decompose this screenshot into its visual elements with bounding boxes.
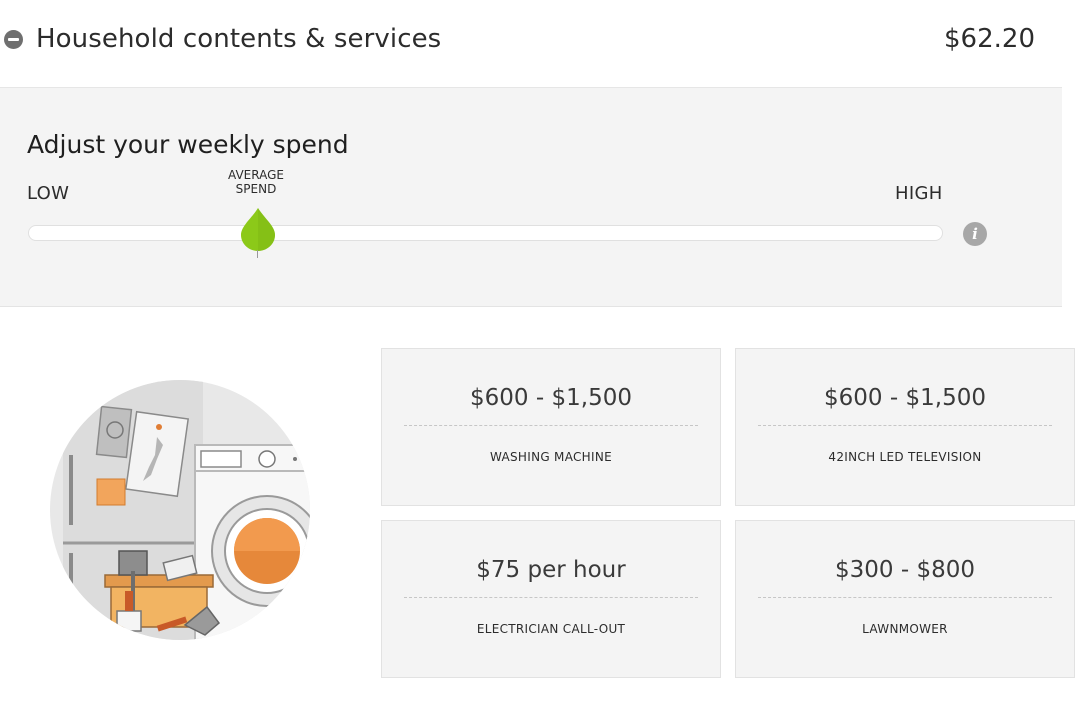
average-marker-tick — [257, 250, 258, 258]
average-spend-label: AVERAGE SPEND — [216, 168, 296, 196]
info-icon[interactable]: i — [963, 222, 987, 246]
card-label: ELECTRICIAN CALL-OUT — [476, 622, 626, 636]
card-price: $75 per hour — [476, 557, 626, 583]
card-label: LAWNMOWER — [862, 622, 948, 636]
slider-high-label: HIGH — [895, 183, 943, 204]
card-price: $600 - $1,500 — [470, 385, 632, 411]
card-divider — [404, 597, 698, 598]
slider-low-label: LOW — [27, 183, 70, 204]
adjust-spend-title: Adjust your weekly spend — [27, 130, 349, 159]
section-header[interactable]: Household contents & services $62.20 — [0, 0, 1080, 86]
cost-card-lawnmower: $300 - $800 LAWNMOWER — [735, 520, 1075, 678]
spend-slider-handle[interactable] — [240, 206, 276, 252]
spend-slider-track[interactable] — [28, 225, 943, 241]
card-divider — [404, 425, 698, 426]
card-price: $300 - $800 — [835, 557, 975, 583]
adjust-spend-panel: Adjust your weekly spend LOW AVERAGE SPE… — [0, 87, 1062, 307]
card-divider — [758, 425, 1052, 426]
average-label-line2: SPEND — [235, 182, 277, 196]
household-appliances-illustration — [50, 380, 310, 640]
cost-card-electrician: $75 per hour ELECTRICIAN CALL-OUT — [381, 520, 721, 678]
section-title: Household contents & services — [36, 24, 442, 54]
cost-card-washing-machine: $600 - $1,500 WASHING MACHINE — [381, 348, 721, 506]
card-label: WASHING MACHINE — [489, 450, 613, 464]
average-label-line1: AVERAGE — [228, 168, 284, 182]
card-price: $600 - $1,500 — [824, 385, 986, 411]
cost-card-led-television: $600 - $1,500 42INCH LED TELEVISION — [735, 348, 1075, 506]
card-divider — [758, 597, 1052, 598]
card-label: 42INCH LED TELEVISION — [828, 450, 982, 464]
section-total: $62.20 — [944, 24, 1035, 54]
collapse-icon[interactable] — [4, 30, 23, 49]
